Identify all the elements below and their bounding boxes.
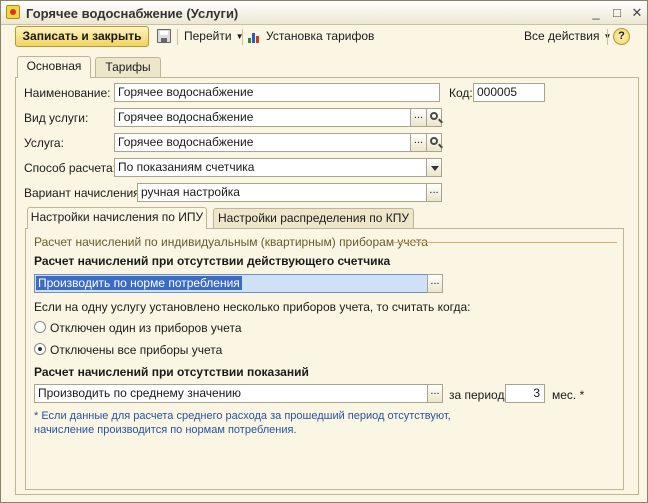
name-field[interactable]: Горячее водоснабжение [114, 83, 440, 102]
service-open-button[interactable] [426, 133, 442, 152]
period-unit-label: мес. * [552, 388, 585, 402]
radio-all-meters-off-label: Отключены все приборы учета [50, 343, 223, 357]
no-meter-method-field[interactable]: Производить по норме потребления [34, 274, 428, 293]
tab-ipu-settings[interactable]: Настройки начисления по ИПУ [27, 207, 207, 229]
accrual-variant-select-button[interactable]: ... [426, 183, 442, 202]
no-readings-title: Расчет начислений при отсутствии показан… [34, 365, 309, 379]
no-readings-method-select-button[interactable]: ... [427, 384, 443, 403]
period-months-input[interactable]: 3 [505, 384, 545, 403]
radio-one-meter-off-label: Отключен один из приборов учета [50, 321, 242, 335]
tab-tariffs[interactable]: Тарифы [95, 57, 161, 78]
form-window: Горячее водоснабжение (Услуги) _ □ ✕ Зап… [0, 0, 648, 503]
title-bar: Горячее водоснабжение (Услуги) _ □ ✕ [1, 1, 647, 25]
code-field[interactable]: 000005 [473, 83, 545, 102]
goto-menu[interactable]: Перейти ▼ [184, 29, 243, 43]
no-meter-method-value: Производить по норме потребления [36, 276, 242, 290]
minimize-button[interactable]: _ [588, 5, 604, 21]
tab-kpu-settings[interactable]: Настройки распределения по КПУ [213, 208, 414, 229]
magnifier-icon [430, 137, 438, 145]
group-title-ipu: Расчет начислений по индивидуальным (ква… [34, 235, 428, 249]
save-and-close-button[interactable]: Записать и закрыть [15, 26, 149, 47]
goto-label: Перейти [184, 29, 232, 43]
no-readings-method-field[interactable]: Производить по среднему значению [34, 384, 428, 403]
service-type-open-button[interactable] [426, 108, 442, 127]
name-label: Наименование: [24, 86, 111, 100]
set-tariffs-button[interactable]: Установка тарифов [266, 29, 374, 43]
group-divider [393, 242, 617, 243]
calc-method-label: Способ расчета: [24, 161, 116, 175]
calc-method-dropdown-button[interactable] [426, 158, 442, 177]
close-button[interactable]: ✕ [629, 5, 645, 21]
window-title: Горячее водоснабжение (Услуги) [26, 6, 239, 21]
footnote-line-1: * Если данные для расчета среднего расхо… [34, 410, 451, 422]
service-type-select-button[interactable]: ... [410, 108, 427, 127]
magnifier-icon [430, 112, 438, 120]
radio-one-meter-off[interactable] [34, 321, 46, 333]
bar-chart-icon[interactable] [248, 31, 262, 43]
multi-meter-text: Если на одну услугу установлено нескольк… [34, 300, 471, 314]
code-label: Код: [449, 86, 473, 100]
help-icon[interactable]: ? [613, 28, 630, 45]
no-meter-method-select-button[interactable]: ... [427, 274, 443, 293]
chevron-down-icon [431, 166, 439, 171]
period-label: за период: [449, 388, 508, 402]
service-type-field[interactable]: Горячее водоснабжение [114, 108, 411, 127]
footnote-line-2: начисление производится по нормам потреб… [34, 424, 297, 436]
app-logo-icon [6, 5, 20, 19]
toolbar-separator [607, 29, 608, 45]
all-actions-menu[interactable]: Все действия▼ [524, 29, 611, 43]
service-label: Услуга: [24, 136, 64, 150]
calc-method-select[interactable]: По показаниям счетчика [114, 158, 427, 177]
service-select-button[interactable]: ... [410, 133, 427, 152]
toolbar-separator [177, 29, 178, 45]
accrual-variant-field[interactable]: ручная настройка [137, 183, 427, 202]
save-icon[interactable] [157, 29, 171, 43]
accrual-variant-label: Вариант начисления: [24, 186, 144, 200]
no-meter-title: Расчет начислений при отсутствии действу… [34, 254, 391, 268]
service-field[interactable]: Горячее водоснабжение [114, 133, 411, 152]
service-type-label: Вид услуги: [24, 111, 89, 125]
all-actions-label: Все действия [524, 29, 600, 43]
maximize-button[interactable]: □ [609, 5, 625, 21]
command-bar: Записать и закрыть Перейти ▼ Установка та… [1, 25, 647, 49]
toolbar-separator [242, 29, 243, 45]
radio-all-meters-off[interactable] [34, 343, 46, 355]
tab-main[interactable]: Основная [17, 56, 91, 78]
